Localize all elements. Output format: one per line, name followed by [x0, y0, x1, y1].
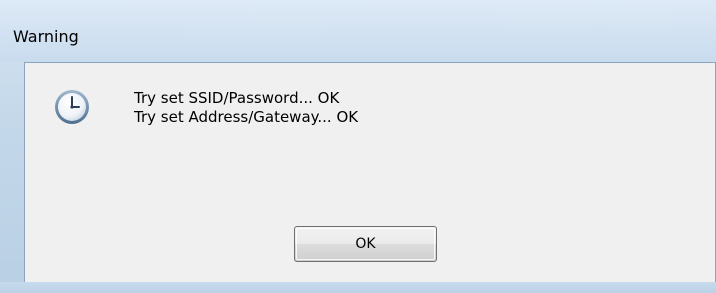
clock-icon [52, 87, 92, 127]
ok-button[interactable]: OK [294, 226, 437, 262]
message-line: Try set Address/Gateway... OK [134, 108, 359, 126]
message-line: Try set SSID/Password... OK [134, 89, 340, 107]
window-frame-bottom [0, 282, 716, 293]
window-title: Warning [13, 27, 79, 46]
screen: Warning Try set SSID/Password... OK Try … [0, 0, 716, 293]
title-bar[interactable]: Warning [0, 0, 716, 62]
ok-button-label: OK [355, 236, 376, 252]
